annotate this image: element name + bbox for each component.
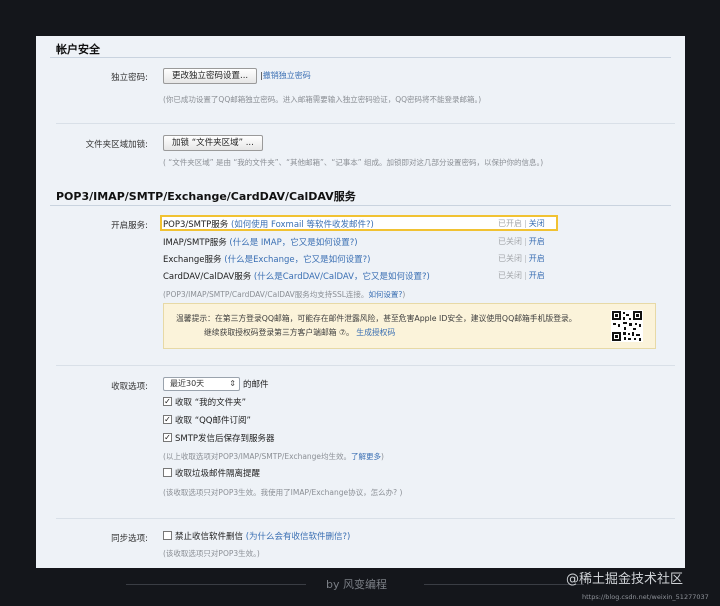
service-exchange: Exchange服务 (什么是Exchange，它又是如何设置?) (163, 255, 371, 265)
folder-lock-button[interactable]: 加锁 “文件夹区域” ... (163, 135, 263, 151)
service-exchange-toggle[interactable]: 开启 (529, 254, 545, 263)
folder-lock-label: 文件夹区域加锁: (85, 140, 148, 150)
row-divider (56, 123, 675, 124)
service-pop3-help-link[interactable]: (如何使用 Foxmail 等软件收发邮件?) (231, 220, 374, 230)
service-imap: IMAP/SMTP服务 (什么是 IMAP，它又是如何设置?) (163, 238, 358, 248)
service-imap-toggle[interactable]: 开启 (529, 237, 545, 246)
service-carddav-help-link[interactable]: (什么是CardDAV/CalDAV，它又是如何设置?) (254, 272, 430, 282)
service-pop3-status: 已开启 | 关闭 (498, 219, 545, 228)
client-delete-help-link[interactable]: (为什么会有收信软件删信?) (246, 532, 351, 542)
spam-alert-label: 收取垃圾邮件隔离提醒 (175, 469, 261, 479)
ssl-help-link[interactable]: 如何设置? (368, 290, 402, 299)
select-arrows-icon: ⇕ (229, 379, 236, 388)
section-title-account-security: 帐户安全 (56, 43, 100, 56)
receive-qq-subscription-checkbox[interactable]: ✓ (163, 415, 172, 424)
service-exchange-status: 已关闭 | 开启 (498, 254, 545, 263)
forbid-client-delete-checkbox[interactable] (163, 531, 172, 540)
settings-panel: 帐户安全 独立密码: 更改独立密码设置... |撤销独立密码 (你已成功设置了Q… (36, 36, 685, 568)
change-independent-password-button[interactable]: 更改独立密码设置... (163, 68, 258, 84)
row-divider (56, 365, 675, 366)
spam-alert-checkbox[interactable] (163, 468, 172, 477)
section-divider (50, 57, 671, 58)
learn-more-link[interactable]: 了解更多 (351, 452, 381, 461)
receive-my-folder-checkbox[interactable]: ✓ (163, 397, 172, 406)
service-carddav-status: 已关闭 | 开启 (498, 271, 545, 280)
section-divider (50, 205, 671, 206)
receive-my-folder-label: 收取 “我的文件夹” (175, 398, 247, 408)
service-pop3: POP3/SMTP服务 (如何使用 Foxmail 等软件收发邮件?) (163, 220, 374, 230)
service-exchange-help-link[interactable]: (什么是Exchange，它又是如何设置?) (224, 255, 370, 265)
receive-qq-subscription-label: 收取 “QQ邮件订阅” (175, 416, 251, 426)
receive-range-select[interactable]: 最近30天 ⇕ (163, 377, 240, 391)
watermark-text: @稀土掘金技术社区 (566, 572, 684, 587)
service-imap-help-link[interactable]: (什么是 IMAP，它又是如何设置?) (229, 238, 357, 248)
independent-password-note: (你已成功设置了QQ邮箱独立密码。进入邮箱需要输入独立密码验证，QQ密码将不能登… (163, 95, 482, 104)
sync-options-label: 同步选项: (111, 534, 148, 544)
smtp-save-sent-checkbox[interactable]: ✓ (163, 433, 172, 442)
forbid-client-delete-row: 禁止收信软件删信 (为什么会有收信软件删信?) (175, 532, 351, 542)
warning-tip-box: 温馨提示：在第三方登录QQ邮箱，可能存在邮件泄露风险，甚至危害Apple ID安… (163, 303, 656, 349)
generate-auth-code-link[interactable]: 生成授权码 (356, 328, 395, 337)
footer-caption: by 风变编程 (326, 578, 387, 591)
service-carddav-toggle[interactable]: 开启 (529, 271, 545, 280)
smtp-save-sent-label: SMTP发信后保存到服务器 (175, 434, 275, 444)
receive-options-note: (以上收取选项对POP3/IMAP/SMTP/Exchange均生效。了解更多) (163, 452, 384, 461)
folder-lock-note: ( “文件夹区域” 是由 “我的文件夹”、“其他邮箱”、“记事本” 组成。加锁即… (163, 158, 544, 167)
service-pop3-toggle[interactable]: 关闭 (529, 219, 545, 228)
receive-options-label: 收取选项: (111, 382, 148, 392)
footer-divider-right (424, 584, 584, 585)
revoke-independent-password-link[interactable]: |撤销独立密码 (260, 70, 311, 81)
tip-line-1: 温馨提示：在第三方登录QQ邮箱，可能存在邮件泄露风险，甚至危害Apple ID安… (176, 314, 577, 323)
tip-line-2: 继续获取授权码登录第三方客户端邮箱 ⑦。 生成授权码 (204, 328, 396, 337)
receive-range-suffix: 的邮件 (243, 380, 269, 390)
service-carddav: CardDAV/CalDAV服务 (什么是CardDAV/CalDAV，它又是如… (163, 272, 430, 282)
section-title-protocols: POP3/IMAP/SMTP/Exchange/CardDAV/CalDAV服务 (56, 190, 356, 203)
service-imap-status: 已关闭 | 开启 (498, 237, 545, 246)
row-divider (56, 518, 675, 519)
footer-divider-left (126, 584, 306, 585)
receive-pop3-note: (该收取选项只对POP3生效。我使用了IMAP/Exchange协议，怎么办? … (163, 488, 403, 497)
watermark-url: https://blog.csdn.net/weixin_51277037 (582, 593, 709, 601)
sync-note: (该收取选项只对POP3生效。) (163, 549, 260, 558)
qr-code-icon (611, 310, 643, 342)
enable-service-label: 开启服务: (111, 221, 148, 231)
ssl-note: (POP3/IMAP/SMTP/CardDAV/CalDAV服务均支持SSL连接… (163, 290, 406, 299)
independent-password-label: 独立密码: (111, 73, 148, 83)
